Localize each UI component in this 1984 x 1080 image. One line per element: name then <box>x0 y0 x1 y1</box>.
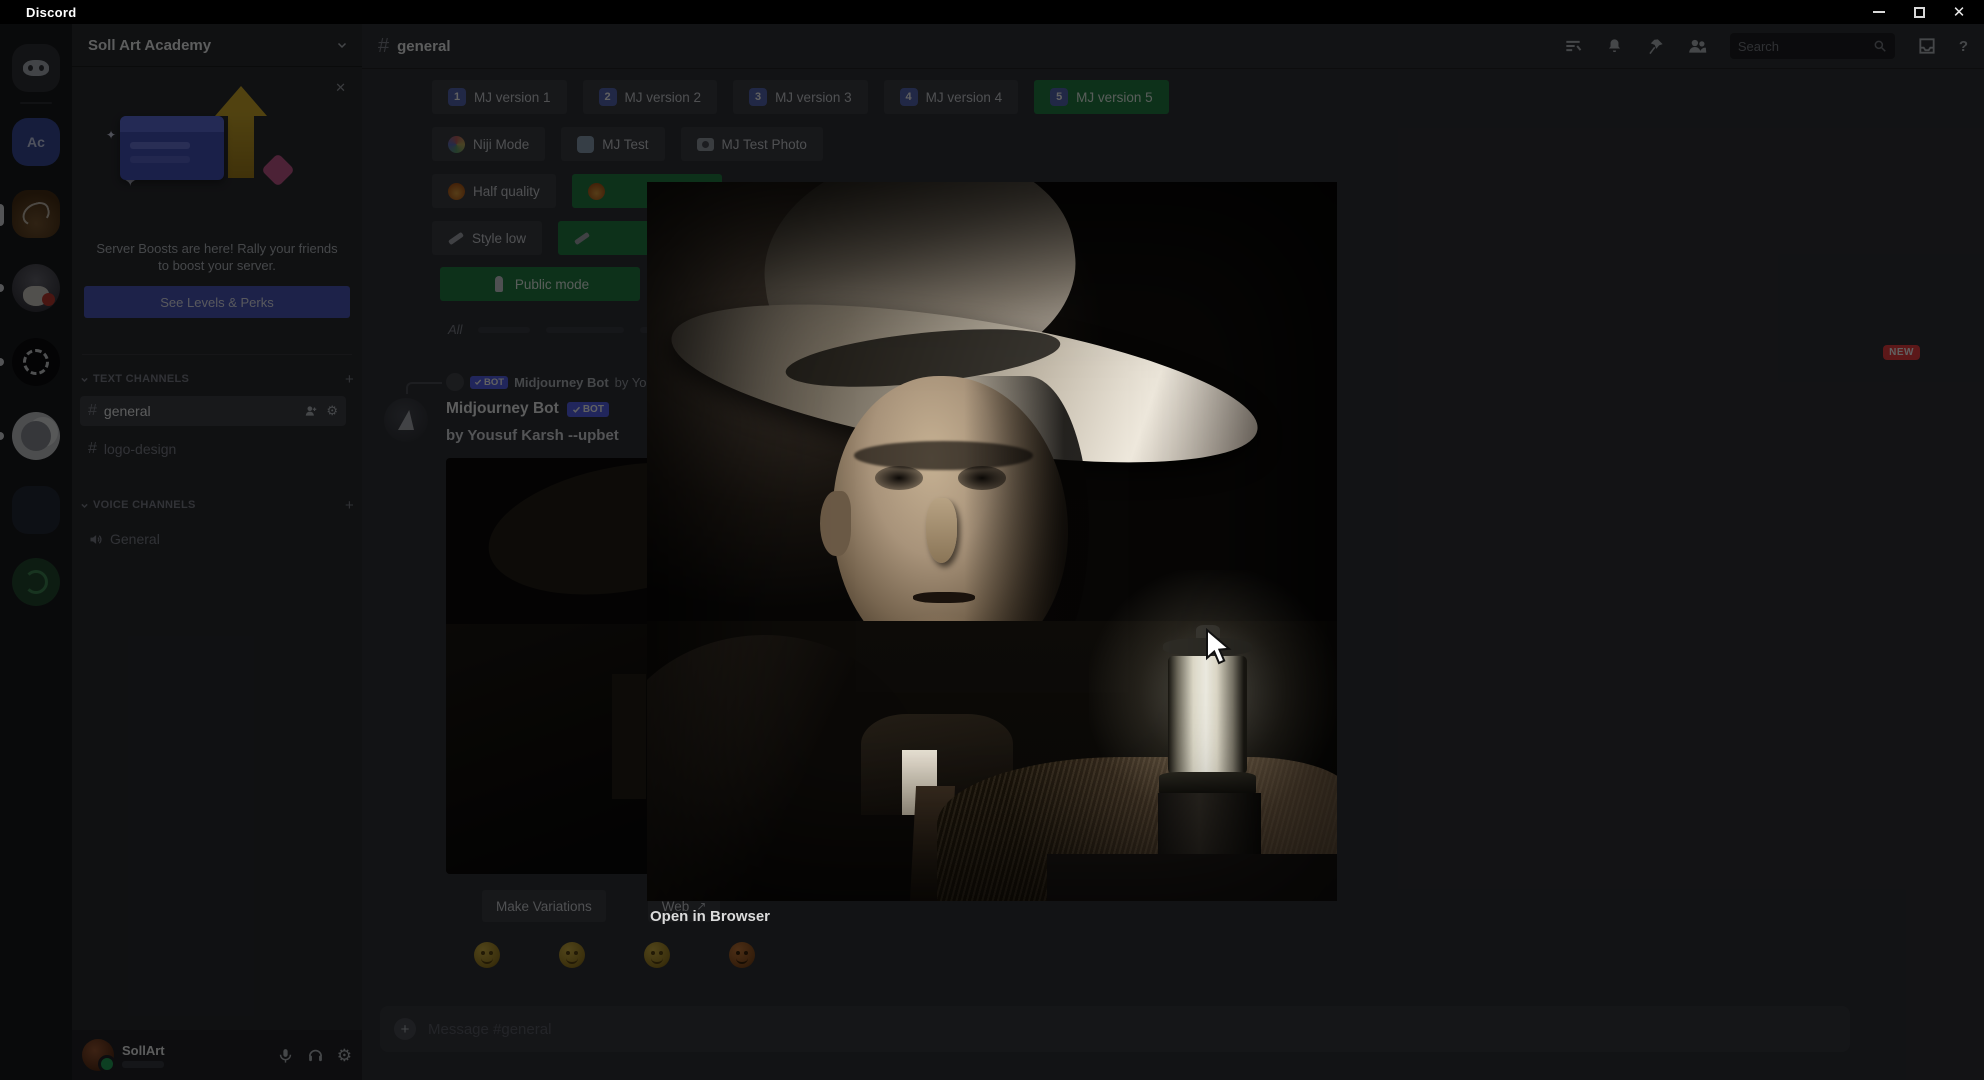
close-button[interactable]: ✕ <box>1952 5 1966 20</box>
minimize-icon <box>1873 11 1885 13</box>
open-in-browser-link[interactable]: Open in Browser <box>650 908 770 925</box>
maximize-icon <box>1913 6 1925 18</box>
minimize-button[interactable] <box>1872 5 1886 19</box>
mouse-cursor-icon <box>1205 627 1239 673</box>
window-controls: ✕ <box>1872 5 1966 20</box>
titlebar: Discord ✕ <box>0 0 1984 24</box>
portrait-photo[interactable] <box>647 182 1337 901</box>
app-title: Discord <box>26 4 77 20</box>
image-lightbox: Open in Browser <box>647 182 1337 926</box>
discord-window: Discord ✕ Ac <box>0 0 1984 1080</box>
photo-vignette <box>647 182 1337 901</box>
maximize-button[interactable] <box>1912 5 1926 19</box>
